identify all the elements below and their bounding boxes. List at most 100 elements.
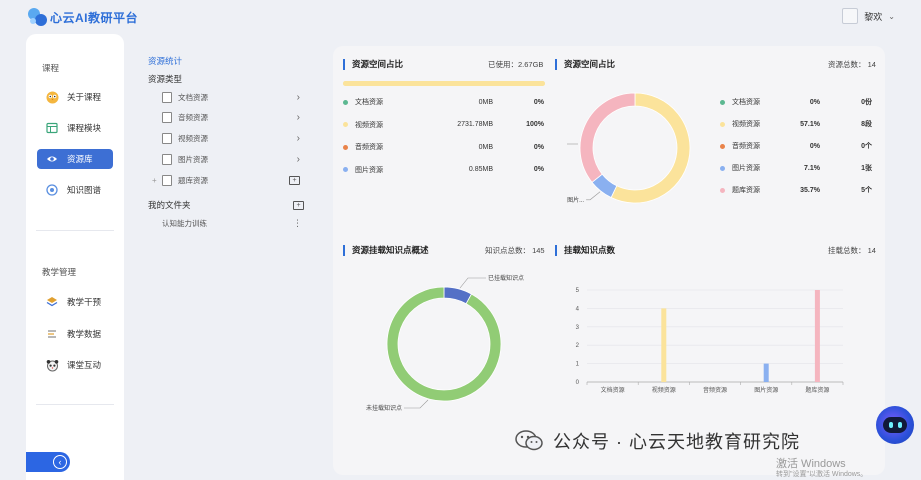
folder-item-label: 认知能力训练 — [162, 218, 207, 228]
tree-item-label: 视频资源 — [178, 133, 208, 143]
resource-legend-row: 题库资源 35.7% 5个 — [720, 184, 880, 196]
dashboard-panel: 资源空间占比 已使用：2.67GB 资源空间占比 资源总数： 14 图片... … — [333, 46, 885, 475]
sidebar-item-knowledge-graph[interactable]: 知识图谱 — [37, 180, 113, 200]
video-file-icon — [162, 132, 172, 144]
resource-stats-link[interactable]: 资源统计 — [148, 55, 182, 67]
resource-name: 视频资源 — [355, 121, 383, 129]
resource-count: 0个 — [861, 143, 872, 150]
sidebar-item-teaching-data[interactable]: 教学数据 — [37, 324, 113, 344]
resource-legend-row: 音频资源 0% 0个 — [720, 140, 880, 152]
tree-item-label: 音频资源 — [178, 112, 208, 122]
used-storage: 已使用：2.67GB — [488, 60, 544, 69]
resource-name: 题库资源 — [732, 187, 760, 194]
top-bar: 心云AI教研平台 黎欢 ⌄ — [0, 0, 921, 34]
windows-activation-hint: 转到"设置"以激活 Windows。 — [776, 471, 868, 478]
resource-share-slice-4[interactable] — [579, 92, 636, 183]
y-tick-label: 3 — [576, 325, 580, 331]
chevron-right-icon[interactable]: › — [297, 154, 300, 165]
resource-name: 文档资源 — [732, 99, 760, 106]
sidebar-section-teaching: 教学管理 — [42, 267, 77, 277]
callout-line — [404, 399, 429, 409]
target-icon — [45, 183, 59, 197]
resource-name: 视频资源 — [732, 121, 760, 128]
knowledge-total: 知识点总数： 145 — [485, 246, 545, 255]
bar-3[interactable] — [763, 363, 769, 382]
sidebar-item-about-course[interactable]: 关于课程 — [37, 87, 113, 107]
sidebar-item-label: 关于课程 — [67, 92, 102, 102]
mounted-count-bar-chart: 0 1 2 3 4 5 文档资源 视频资源 音频资源 图片资源 题库资源 — [576, 288, 844, 394]
y-tick-label: 1 — [576, 362, 580, 368]
resource-size: 2731.78MB — [457, 121, 493, 128]
add-folder-icon[interactable]: + — [289, 175, 300, 185]
tree-item-video[interactable]: 视频资源 › — [162, 130, 314, 146]
sidebar-item-course-module[interactable]: 课程模块 — [37, 118, 113, 138]
my-folders-label: 我的文件夹 — [148, 200, 191, 210]
tree-item-label: 题库资源 — [178, 175, 208, 185]
resource-percent: 0% — [533, 166, 544, 173]
bar-4[interactable] — [814, 290, 820, 382]
collapse-sidebar-button[interactable]: ‹ — [26, 452, 70, 472]
sidebar-divider — [36, 230, 114, 231]
resource-name: 图片资源 — [732, 165, 760, 172]
sidebar-item-label: 课堂互动 — [67, 360, 102, 370]
resource-percent: 7.1% — [804, 164, 820, 172]
sidebar-item-label: 资源库 — [67, 154, 93, 164]
folder-item[interactable]: 认知能力训练 ⋮ — [162, 216, 312, 230]
chevron-right-icon[interactable]: › — [297, 133, 300, 144]
robot-icon — [883, 417, 907, 433]
bar-1[interactable] — [661, 308, 667, 382]
layers-icon — [45, 295, 59, 309]
tree-item-document[interactable]: 文档资源 › — [162, 89, 314, 105]
resource-types-heading: 资源类型 — [148, 74, 183, 84]
chevron-right-icon[interactable]: › — [297, 92, 300, 103]
resource-count: 5个 — [861, 187, 872, 194]
y-tick-label: 0 — [576, 380, 580, 386]
sidebar-item-resource-library[interactable]: 资源库 — [37, 149, 113, 169]
mounted-label: 已挂载知识点 — [488, 274, 524, 282]
app-title: 心云AI教研平台 — [50, 10, 139, 25]
knowledge-mount-donut-chart: 已挂载知识点未挂载知识点 — [366, 274, 524, 412]
x-tick-label: 文档资源 — [601, 386, 625, 394]
storage-progress-bar — [343, 81, 545, 86]
resource-legend-row: 文档资源 0% 0份 — [720, 96, 880, 108]
resource-name: 图片资源 — [355, 166, 383, 174]
card-title-space-usage: 资源空间占比 — [343, 58, 403, 70]
user-menu[interactable]: 黎欢 ⌄ — [842, 8, 895, 24]
sidebar-item-label: 课程模块 — [67, 123, 102, 133]
chevron-right-icon[interactable]: › — [297, 112, 300, 123]
chevron-left-icon: ‹ — [53, 455, 67, 469]
ai-assistant-button[interactable] — [876, 406, 914, 444]
avatar[interactable] — [842, 8, 859, 24]
more-options-icon[interactable]: ⋮ — [293, 218, 302, 229]
sidebar-item-teaching-intervention[interactable]: 教学干预 — [37, 292, 113, 312]
wechat-icon — [515, 430, 545, 452]
tree-item-audio[interactable]: 音频资源 › — [162, 109, 314, 125]
tree-item-image[interactable]: 图片资源 › — [162, 151, 314, 167]
chevron-down-icon[interactable]: ⌄ — [888, 12, 895, 21]
user-name[interactable]: 黎欢 — [864, 10, 882, 23]
add-folder-icon[interactable]: + — [293, 200, 304, 210]
resource-percent: 57.1% — [800, 120, 820, 128]
legend-dot — [720, 121, 725, 127]
y-tick-label: 5 — [576, 288, 580, 294]
owl-icon — [45, 90, 59, 104]
resource-count: 8段 — [861, 121, 872, 128]
callout-line — [586, 191, 601, 201]
tree-item-question-bank[interactable]: + 题库资源 + — [152, 172, 314, 188]
resource-share-slice-1[interactable] — [610, 92, 691, 204]
audio-file-icon — [162, 111, 172, 123]
watermark: 公众号 · 心云天地教育研究院 — [515, 428, 800, 454]
knowledge-mount-slice-1[interactable] — [386, 286, 502, 402]
legend-dot — [720, 99, 725, 105]
resource-legend-row: 图片资源 7.1% 1张 — [720, 162, 880, 174]
app-logo[interactable]: 心云AI教研平台 — [26, 4, 138, 30]
panda-icon — [45, 358, 59, 372]
resource-tree: 资源统计 资源类型 文档资源 › 音频资源 › 视频资源 › 图片资源 › + … — [140, 50, 320, 470]
legend-dot — [343, 122, 348, 127]
expand-icon[interactable]: + — [152, 176, 157, 185]
x-tick-label: 视频资源 — [652, 386, 676, 394]
sidebar-item-label: 知识图谱 — [67, 185, 102, 195]
sidebar-item-classroom-interaction[interactable]: 课堂互动 — [37, 355, 113, 375]
storage-legend-row: 图片资源 0.85MB 0% — [343, 164, 547, 176]
sidebar: 课程 关于课程 课程模块 资源库 知识图谱 教学管理 教学干预 教学数据 课堂互… — [26, 34, 124, 480]
